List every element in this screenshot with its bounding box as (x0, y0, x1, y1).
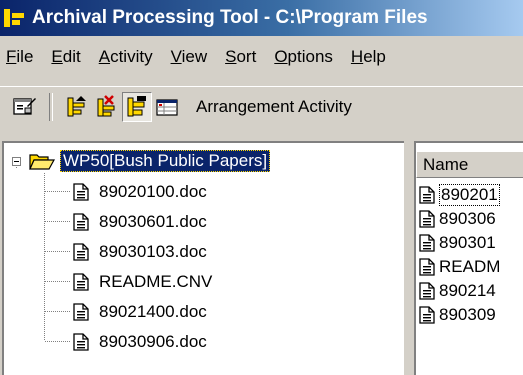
document-icon (73, 213, 89, 231)
tree-item[interactable]: 89030103.doc (73, 237, 207, 267)
open-folder-icon (29, 154, 55, 170)
list-item-label: 890201 (439, 184, 500, 206)
menu-view[interactable]: View (162, 47, 217, 67)
tree-item-label: 89030103.doc (99, 242, 207, 261)
document-icon (73, 243, 89, 261)
tree-item[interactable]: 89030906.doc (73, 327, 207, 357)
list-item-label: 890306 (439, 209, 496, 228)
tree-item-label: README.CNV (99, 272, 213, 291)
column-header-name[interactable]: Name (416, 151, 523, 178)
activity-label: Arrangement Activity (196, 96, 352, 116)
title-bar[interactable]: Archival Processing Tool - C:\Program Fi… (0, 0, 523, 36)
toolbar: Arrangement Activity (0, 86, 523, 126)
tree-view[interactable]: WP50[Bush Public Papers] 89020100.doc 89… (2, 141, 404, 375)
tree-item-label: 89020100.doc (99, 182, 207, 201)
document-icon (419, 210, 435, 228)
arrange-down-button[interactable] (92, 92, 122, 122)
tree-item[interactable]: 89021400.doc (73, 297, 207, 327)
pane-splitter[interactable] (404, 141, 414, 375)
tree-item[interactable]: README.CNV (73, 267, 212, 297)
document-icon (419, 258, 435, 276)
list-item[interactable]: 890306 (419, 207, 496, 231)
tree-item[interactable]: 89030601.doc (73, 207, 207, 237)
tree-root-label[interactable]: WP50[Bush Public Papers] (60, 150, 271, 172)
app-icon (4, 7, 26, 29)
tree-connector-lines (16, 165, 70, 342)
window-title: Archival Processing Tool - C:\Program Fi… (32, 7, 428, 28)
arrange-select-icon (127, 95, 146, 116)
document-icon (419, 282, 435, 300)
arrange-up-icon (67, 95, 86, 116)
details-grid-icon (156, 98, 178, 116)
document-icon (419, 234, 435, 252)
menu-file[interactable]: File (0, 47, 42, 67)
list-item[interactable]: 890301 (419, 231, 496, 255)
tree-root-node[interactable]: WP50[Bush Public Papers] (12, 149, 271, 173)
document-icon (73, 273, 89, 291)
menu-edit[interactable]: Edit (42, 47, 89, 67)
document-icon (73, 333, 89, 351)
properties-button[interactable] (10, 92, 40, 122)
list-item-label: READM (439, 257, 501, 276)
document-icon (419, 186, 435, 204)
collapse-toggle[interactable] (12, 156, 21, 166)
menu-options[interactable]: Options (265, 47, 342, 67)
column-header-label: Name (423, 154, 469, 174)
arrange-select-button[interactable] (122, 91, 152, 122)
list-item-label: 890309 (439, 305, 496, 324)
toolbar-separator (49, 92, 53, 121)
list-item[interactable]: READM (419, 255, 500, 279)
file-list[interactable]: Name 890201 890306 890301 READM 890214 8… (414, 141, 523, 375)
menu-sort[interactable]: Sort (216, 47, 265, 67)
list-item[interactable]: 890309 (419, 303, 496, 327)
details-grid-button[interactable] (152, 92, 182, 122)
document-icon (419, 306, 435, 324)
tree-item-label: 89030601.doc (99, 212, 207, 231)
tree-item[interactable]: 89020100.doc (73, 177, 207, 207)
document-icon (73, 303, 89, 321)
list-item-label: 890214 (439, 281, 496, 300)
list-item[interactable]: 890214 (419, 279, 496, 303)
arrange-down-icon (97, 94, 115, 116)
arrange-up-button[interactable] (62, 92, 92, 122)
tree-item-label: 89021400.doc (99, 302, 207, 321)
list-item[interactable]: 890201 (419, 183, 500, 207)
properties-icon (13, 97, 36, 115)
document-icon (73, 183, 89, 201)
tree-item-label: 89030906.doc (99, 332, 207, 351)
list-item-label: 890301 (439, 233, 496, 252)
menu-bar: File Edit Activity View Sort Options Hel… (0, 42, 523, 72)
menu-activity[interactable]: Activity (90, 47, 162, 67)
menu-help[interactable]: Help (342, 47, 395, 67)
